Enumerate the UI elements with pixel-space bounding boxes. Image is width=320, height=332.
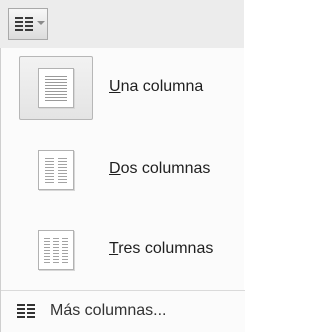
mnemonic-letter: U [109,78,121,95]
menu-item-highlight [19,218,93,282]
menu-item-more-columns[interactable]: Más columnas... [1,290,245,332]
menu-item-one-column[interactable]: Una columna [1,50,245,124]
menu-item-highlight [19,138,93,202]
chevron-down-icon[interactable] [37,21,45,25]
label-text: res columnas [118,240,214,257]
menu-item-two-columns[interactable]: Dos columnas [1,132,245,206]
menu-item-label: Tres columnas [109,212,213,286]
columns-dropdown-menu: Una columna Dos columnas Tres columnas M… [0,48,245,332]
menu-item-label: Una columna [109,50,203,124]
columns-split-button[interactable] [8,8,48,40]
mnemonic-letter: T [109,240,119,257]
menu-item-three-columns[interactable]: Tres columnas [1,212,245,286]
mnemonic-letter: D [109,160,121,177]
two-columns-icon [38,150,74,190]
label-text: na columna [120,78,204,95]
columns-icon [17,304,35,318]
three-columns-icon [38,230,74,270]
menu-item-label: Más columnas... [50,302,167,319]
menu-item-label: Dos columnas [109,132,210,206]
label-text: os columnas [120,160,211,177]
menu-item-highlight [19,56,93,120]
toolbar [0,0,244,49]
one-column-icon [38,68,74,108]
columns-icon [15,17,33,31]
